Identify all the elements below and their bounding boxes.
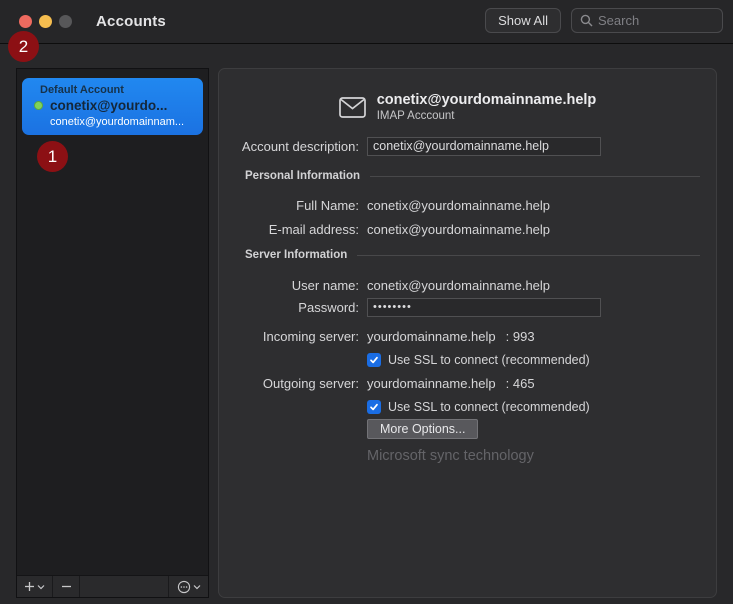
account-type: IMAP Acccount [376,110,455,122]
ellipsis-circle-icon [177,580,190,593]
password-row: Password: [219,297,700,317]
show-all-button[interactable]: Show All [485,8,561,33]
search-field[interactable] [571,8,723,33]
close-window-button[interactable] [19,15,32,28]
user-name-label: User name: [291,277,359,293]
sidebar-toolbar [17,575,208,597]
incoming-server-port: : 993 [505,328,535,344]
account-detail-panel: conetix@yourdomainname.help IMAP Acccoun… [218,68,717,598]
envelope-icon [338,96,366,118]
check-icon [370,356,378,364]
user-name-value: conetix@yourdomainname.help [367,277,551,293]
full-name-row: Full Name: conetix@yourdomainname.help [219,196,700,214]
annotation-badge-1: 1 [37,141,68,172]
incoming-ssl-row: Use SSL to connect (recommended) [367,351,700,369]
full-name-value: conetix@yourdomainname.help [367,197,551,213]
search-icon [580,14,593,27]
outgoing-ssl-label: Use SSL to connect (recommended) [388,400,590,414]
outgoing-ssl-checkbox[interactable] [367,400,381,414]
personal-information-section: Personal Information [245,169,700,183]
account-description-row: Account description: [219,136,700,156]
email-address-value: conetix@yourdomainname.help [367,221,551,237]
chevron-down-icon [37,584,45,589]
account-header: conetix@yourdomainname.help IMAP Acccoun… [219,89,716,125]
account-actions-button[interactable] [168,576,208,597]
minus-icon [61,585,71,588]
outgoing-server-value: yourdomainname.help [367,375,496,391]
check-icon [370,403,378,411]
annotation-badge-2: 2 [8,31,39,62]
account-name: conetix@yourdo... [50,98,168,113]
outgoing-server-label: Outgoing server: [262,375,359,391]
remove-account-button[interactable] [53,576,80,597]
section-divider [357,254,700,256]
email-address-label: E-mail address: [268,221,359,237]
password-label: Password: [298,299,359,315]
account-email: conetix@yourdomainnam... [50,116,185,128]
plus-icon [25,582,34,591]
incoming-ssl-label: Use SSL to connect (recommended) [388,353,590,367]
traffic-lights [19,15,72,28]
outgoing-server-row: Outgoing server: yourdomainname.help : 4… [219,374,700,392]
account-title: conetix@yourdomainname.help [376,92,597,108]
window-title: Accounts [96,13,166,30]
title-bar: Accounts Show All [0,0,733,44]
incoming-ssl-checkbox[interactable] [367,353,381,367]
password-input[interactable] [367,297,601,317]
incoming-server-row: Incoming server: yourdomainname.help : 9… [219,327,700,345]
default-account-label: Default Account [40,84,124,96]
account-list-item-selected[interactable]: Default Account conetix@yourdo... coneti… [22,78,203,135]
zoom-window-button [59,15,72,28]
outgoing-ssl-row: Use SSL to connect (recommended) [367,398,700,416]
add-account-button[interactable] [17,576,53,597]
minimize-window-button[interactable] [39,15,52,28]
more-options-button[interactable]: More Options... [367,419,479,439]
incoming-server-value: yourdomainname.help [367,328,496,344]
section-divider [370,175,700,177]
sync-technology-note: Microsoft sync technology [367,448,534,464]
chevron-down-icon [193,584,200,589]
email-address-row: E-mail address: conetix@yourdomainname.h… [219,220,700,238]
full-name-label: Full Name: [296,197,359,213]
incoming-server-label: Incoming server: [262,328,359,344]
search-input[interactable] [598,13,708,28]
account-description-label: Account description: [241,138,359,154]
outgoing-server-port: : 465 [505,375,535,391]
online-status-dot [34,101,43,110]
user-name-row: User name: conetix@yourdomainname.help [219,276,700,294]
account-description-input[interactable] [367,136,601,156]
more-options-row: More Options... [367,419,700,439]
footnote-row: Microsoft sync technology [367,447,700,465]
server-information-section: Server Information [245,248,700,262]
